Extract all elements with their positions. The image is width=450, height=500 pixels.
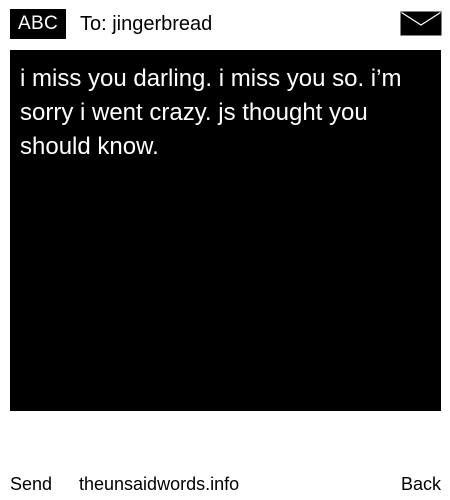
back-button[interactable]: Back [401,470,441,498]
message-header: ABC To: jingerbread [0,0,450,50]
send-button[interactable]: Send [10,470,52,498]
envelope-icon[interactable] [400,11,442,36]
site-label: theunsaidwords.info [79,474,240,494]
softkey-bar: Send theunsaidwords.info Back [0,470,450,498]
message-compose-area[interactable]: i miss you darling. i miss you so. i’m s… [10,50,441,411]
message-body[interactable]: i miss you darling. i miss you so. i’m s… [20,62,430,164]
input-mode-badge[interactable]: ABC [10,9,66,39]
recipient-field[interactable]: To: jingerbread [80,9,212,39]
